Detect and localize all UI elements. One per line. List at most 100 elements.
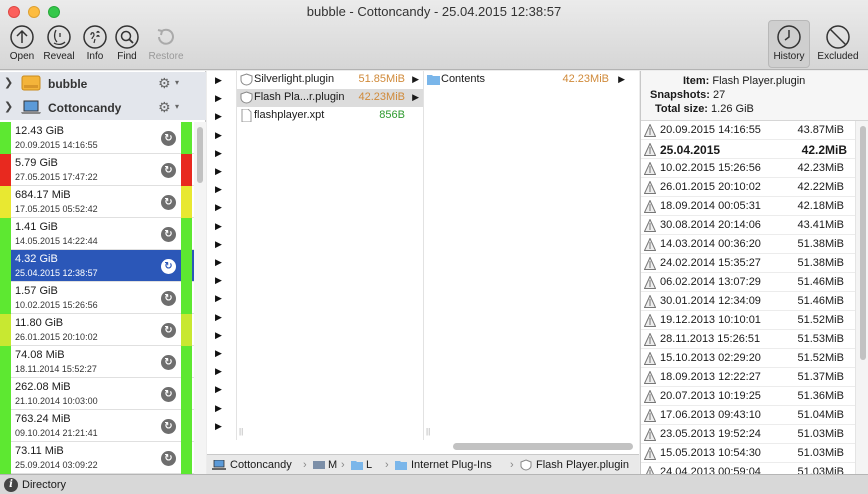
snapshot-row[interactable]: 1.41 GiB 14.05.2015 14:22:44 ↻: [0, 218, 206, 250]
disclosure-arrow-icon[interactable]: ▶: [215, 275, 222, 286]
path-segment-3[interactable]: Internet Plug-Ins: [411, 459, 492, 471]
history-row[interactable]: 14.03.2014 00:36:20 51.38 MiB: [641, 235, 855, 254]
snapshot-row[interactable]: 684.17 MiB 17.05.2015 05:52:42 ↻: [0, 186, 206, 218]
history-button[interactable]: History: [768, 20, 810, 68]
expand-chevron-icon[interactable]: ❯: [4, 76, 13, 89]
history-list: 20.09.2015 14:16:55 43.87 MiB 25.04.2015 42.…: [641, 121, 855, 474]
file-item[interactable]: flashplayer.xpt 856B: [237, 107, 423, 125]
history-row[interactable]: 28.11.2013 15:26:51 51.53 MiB: [641, 330, 855, 349]
path-root[interactable]: Cottoncandy: [230, 459, 292, 471]
refresh-icon[interactable]: ↻: [161, 387, 176, 402]
refresh-icon[interactable]: ↻: [161, 323, 176, 338]
disclosure-arrow-icon[interactable]: ▶: [215, 366, 222, 377]
disclosure-arrow-icon[interactable]: ▶: [215, 293, 222, 304]
excluded-button[interactable]: Excluded: [814, 24, 862, 62]
refresh-icon[interactable]: ↻: [161, 291, 176, 306]
history-date: 06.02.2014 13:07:29: [660, 276, 761, 288]
snapshot-scrollbar[interactable]: [194, 122, 206, 474]
history-row[interactable]: 19.12.2013 10:10:01 51.52 MiB: [641, 311, 855, 330]
snapshot-row[interactable]: 74.08 MiB 18.11.2014 15:52:27 ↻: [0, 346, 206, 378]
info-icon[interactable]: i: [4, 478, 18, 492]
disclosure-arrow-icon[interactable]: ▶: [215, 330, 222, 341]
history-row[interactable]: 20.09.2015 14:16:55 43.87 MiB: [641, 121, 855, 140]
disclosure-arrow-icon[interactable]: ▶: [215, 166, 222, 177]
path-segment-1[interactable]: M: [328, 459, 337, 471]
disclosure-arrow-icon[interactable]: ▶: [215, 403, 222, 414]
gear-icon[interactable]: ⚙: [158, 99, 171, 116]
history-row[interactable]: 24.04.2013 00:59:04 51.03 MiB: [641, 463, 855, 474]
column-resize-handle[interactable]: ||: [239, 427, 243, 436]
expand-chevron-icon[interactable]: ❯: [4, 100, 13, 113]
refresh-icon[interactable]: ↻: [161, 227, 176, 242]
history-row[interactable]: 18.09.2013 12:22:27 51.37 MiB: [641, 368, 855, 387]
refresh-icon[interactable]: ↻: [161, 131, 176, 146]
path-segment-2[interactable]: L: [366, 459, 372, 471]
history-row[interactable]: 23.05.2013 19:52:24 51.03 MiB: [641, 425, 855, 444]
disclosure-arrow-icon[interactable]: ▶: [618, 74, 625, 85]
history-row[interactable]: 30.08.2014 20:14:06 43.41 MiB: [641, 216, 855, 235]
chevron-down-icon[interactable]: ▾: [175, 78, 179, 87]
disclosure-arrow-icon[interactable]: ▶: [412, 92, 419, 103]
snapshot-row[interactable]: 4.32 GiB 25.04.2015 12:38:57 ↻: [0, 250, 206, 282]
disclosure-arrow-icon[interactable]: ▶: [215, 239, 222, 250]
file-item[interactable]: Contents 42.23MiB ▶: [424, 71, 639, 89]
disclosure-arrow-icon[interactable]: ▶: [215, 312, 222, 323]
snapshot-row[interactable]: 763.24 MiB 09.10.2014 21:21:41 ↻: [0, 410, 206, 442]
open-button[interactable]: Open: [1, 24, 43, 62]
disclosure-arrow-icon[interactable]: ▶: [215, 148, 222, 159]
disclosure-arrow-icon[interactable]: ▶: [215, 93, 222, 104]
history-row[interactable]: 17.06.2013 09:43:10 51.04 MiB: [641, 406, 855, 425]
volume-cottoncandy[interactable]: ❯ Cottoncandy ⚙ ▾: [0, 96, 206, 120]
disclosure-arrow-icon[interactable]: ▶: [412, 74, 419, 85]
refresh-icon[interactable]: ↻: [161, 355, 176, 370]
disclosure-arrow-icon[interactable]: ▶: [215, 202, 222, 213]
disclosure-arrow-icon[interactable]: ▶: [215, 421, 222, 432]
disclosure-arrow-icon[interactable]: ▶: [215, 184, 222, 195]
restore-button[interactable]: Restore: [145, 24, 187, 62]
refresh-icon[interactable]: ↻: [161, 451, 176, 466]
history-row[interactable]: 15.10.2013 02:29:20 51.52 MiB: [641, 349, 855, 368]
snapshot-row[interactable]: 12.43 GiB 20.09.2015 14:16:55 ↻: [0, 122, 206, 154]
history-row[interactable]: 18.09.2014 00:05:31 42.18 MiB: [641, 197, 855, 216]
snapshot-row[interactable]: 1.57 GiB 10.02.2015 15:26:56 ↻: [0, 282, 206, 314]
file-item[interactable]: Flash Pla...r.plugin 42.23MiB ▶: [237, 89, 423, 107]
disclosure-arrow-icon[interactable]: ▶: [215, 348, 222, 359]
file-size: 42.23MiB: [562, 73, 609, 85]
gear-icon[interactable]: ⚙: [158, 75, 171, 92]
scrollbar-thumb[interactable]: [860, 126, 866, 360]
find-button[interactable]: Find: [106, 24, 148, 62]
history-row[interactable]: 06.02.2014 13:07:29 51.46 MiB: [641, 273, 855, 292]
history-date: 28.11.2013 15:26:51: [660, 333, 761, 345]
history-scrollbar[interactable]: [855, 121, 868, 474]
disclosure-arrow-icon[interactable]: ▶: [215, 384, 222, 395]
history-row[interactable]: 10.02.2015 15:26:56 42.23 MiB: [641, 159, 855, 178]
history-row[interactable]: 20.07.2013 10:19:25 51.36 MiB: [641, 387, 855, 406]
scrollbar-thumb[interactable]: [197, 127, 203, 183]
horizontal-scrollbar[interactable]: [453, 443, 633, 450]
refresh-icon[interactable]: ↻: [161, 195, 176, 210]
refresh-icon[interactable]: ↻: [161, 259, 176, 274]
snapshot-row[interactable]: 262.08 MiB 21.10.2014 10:03:00 ↻: [0, 378, 206, 410]
snapshot-row[interactable]: 5.79 GiB 27.05.2015 17:47:22 ↻: [0, 154, 206, 186]
history-row[interactable]: 15.05.2013 10:54:30 51.03 MiB: [641, 444, 855, 463]
chevron-down-icon[interactable]: ▾: [175, 102, 179, 111]
volume-bubble[interactable]: ❯ bubble ⚙ ▾: [0, 72, 206, 96]
refresh-icon[interactable]: ↻: [161, 419, 176, 434]
column-resize-handle[interactable]: ||: [426, 427, 430, 436]
file-item[interactable]: Silverlight.plugin 51.85MiB ▶: [237, 71, 423, 89]
snapshot-row[interactable]: 11.80 GiB 26.01.2015 20:10:02 ↻: [0, 314, 206, 346]
disclosure-arrow-icon[interactable]: ▶: [215, 130, 222, 141]
history-row[interactable]: 30.01.2014 12:34:09 51.46 MiB: [641, 292, 855, 311]
snapshot-size: 12.43 GiB: [15, 125, 64, 137]
browser-column-0: ▶ ▶ ▶ ▶ ▶ ▶ ▶ ▶ ▶ ▶ ▶ ▶ ▶ ▶ ▶ ▶ ▶ ▶ ▶ ▶: [207, 71, 237, 440]
history-row[interactable]: 24.02.2014 15:35:27 51.38 MiB: [641, 254, 855, 273]
disclosure-arrow-icon[interactable]: ▶: [215, 75, 222, 86]
history-row[interactable]: 26.01.2015 20:10:02 42.22 MiB: [641, 178, 855, 197]
disclosure-arrow-icon[interactable]: ▶: [215, 257, 222, 268]
snapshot-row[interactable]: 73.11 MiB 25.09.2014 03:09:22 ↻: [0, 442, 206, 474]
disclosure-arrow-icon[interactable]: ▶: [215, 221, 222, 232]
disclosure-arrow-icon[interactable]: ▶: [215, 111, 222, 122]
history-row[interactable]: 25.04.2015 42.2 MiB: [641, 140, 855, 159]
refresh-icon[interactable]: ↻: [161, 163, 176, 178]
path-segment-4[interactable]: Flash Player.plugin: [536, 459, 629, 471]
